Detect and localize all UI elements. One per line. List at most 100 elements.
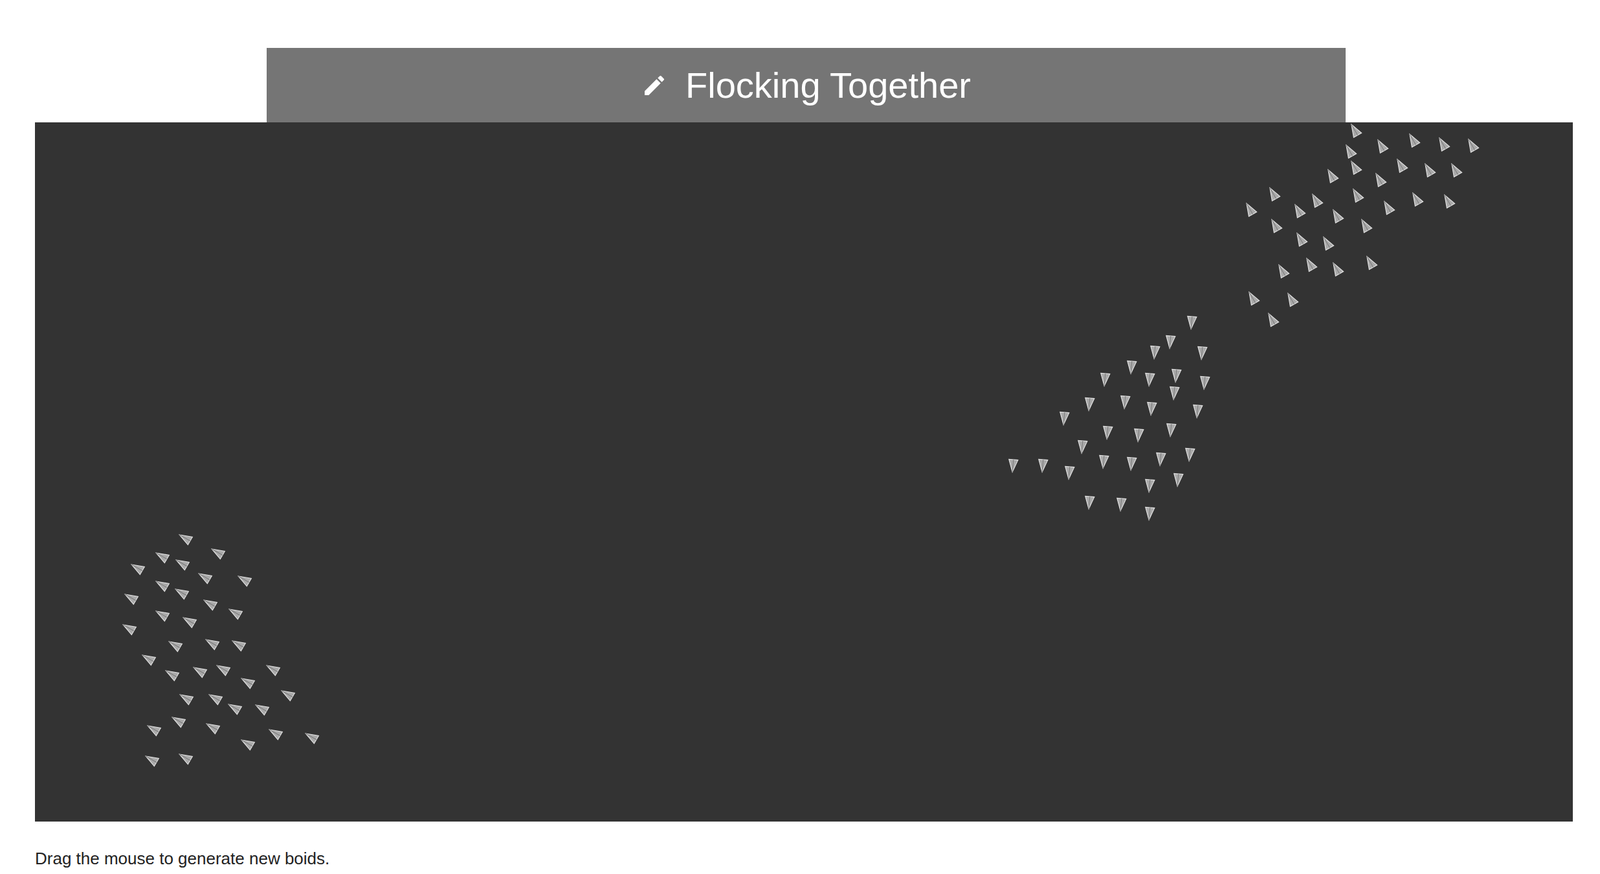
boid — [1084, 397, 1095, 411]
boid — [129, 560, 145, 575]
flock-area[interactable] — [34, 122, 1573, 822]
boid — [1264, 311, 1279, 327]
boid — [177, 530, 193, 545]
boid — [154, 607, 169, 622]
boid — [1098, 455, 1109, 468]
boid — [1302, 256, 1318, 272]
boid — [1144, 506, 1155, 520]
boid — [1440, 192, 1456, 208]
boid — [1064, 466, 1075, 479]
boid — [1084, 495, 1095, 509]
boid — [1144, 372, 1155, 386]
boid — [1155, 452, 1166, 466]
boid — [1186, 315, 1197, 329]
boid — [1165, 423, 1177, 437]
boid — [1349, 187, 1364, 202]
boid — [177, 690, 193, 705]
boid — [1357, 217, 1373, 233]
boid — [1077, 440, 1088, 454]
boid — [166, 637, 182, 652]
boid — [122, 590, 138, 605]
boid — [1037, 458, 1048, 472]
boid — [1308, 192, 1323, 208]
boid — [1058, 411, 1070, 425]
boid — [1380, 199, 1395, 215]
boid — [1284, 291, 1299, 307]
boid — [1196, 346, 1208, 360]
boid — [267, 725, 283, 740]
flock — [1007, 315, 1210, 520]
boid — [201, 596, 217, 611]
boid — [1170, 368, 1182, 382]
caption: Drag the mouse to generate new boids. — [34, 848, 330, 869]
boid — [1102, 425, 1113, 439]
boid — [1347, 122, 1362, 138]
boid — [154, 577, 169, 592]
boid — [209, 544, 225, 560]
boid — [1405, 132, 1421, 147]
flock — [121, 530, 319, 767]
boid — [1291, 202, 1306, 218]
boid — [1374, 137, 1389, 153]
boid — [1199, 376, 1210, 389]
boid — [1435, 135, 1450, 151]
boid — [170, 713, 186, 728]
boid — [1266, 185, 1281, 201]
boid — [1168, 386, 1180, 400]
boid — [1293, 231, 1308, 246]
boid — [177, 750, 193, 765]
boid — [1126, 456, 1137, 470]
boid — [227, 605, 243, 620]
boid — [1146, 401, 1157, 415]
boid — [226, 700, 242, 715]
boid — [1126, 360, 1137, 374]
boid — [264, 661, 280, 676]
boid — [253, 700, 269, 716]
boid — [143, 752, 159, 767]
boid — [1447, 161, 1463, 177]
boid — [1329, 260, 1344, 276]
boid — [1149, 345, 1160, 359]
boid — [121, 620, 136, 635]
boid — [1421, 161, 1436, 177]
boid — [1464, 137, 1479, 153]
boid — [1099, 372, 1111, 386]
boid — [214, 661, 230, 676]
boid — [181, 613, 197, 628]
boid — [1347, 159, 1362, 175]
boid — [1242, 201, 1257, 217]
boid — [239, 735, 255, 751]
boid — [204, 719, 220, 734]
boid — [203, 635, 219, 650]
title-bar: Flocking Together — [266, 47, 1346, 123]
flock — [1242, 122, 1479, 327]
boid — [1324, 167, 1339, 183]
title: Flocking Together — [685, 63, 971, 107]
boid — [1007, 458, 1019, 472]
page: Flocking Together Drag the mouse to gener… — [0, 0, 1600, 869]
boid — [1329, 207, 1344, 223]
boid — [303, 729, 319, 744]
boid — [1393, 157, 1408, 173]
boid — [239, 674, 255, 689]
boid — [1119, 395, 1131, 409]
boid — [174, 555, 189, 571]
boid — [279, 686, 295, 701]
boid — [1409, 190, 1424, 206]
boid — [191, 663, 207, 678]
boid — [1192, 404, 1203, 418]
pencil-icon[interactable] — [641, 72, 668, 99]
boid — [1245, 289, 1260, 305]
boid — [1267, 217, 1283, 233]
boids-canvas[interactable] — [34, 122, 1573, 822]
boid — [1363, 254, 1378, 270]
boid — [1144, 478, 1155, 492]
boid — [1172, 473, 1184, 487]
boid — [1184, 447, 1195, 461]
boid — [1319, 234, 1334, 250]
boid — [1165, 335, 1176, 349]
boid — [230, 636, 246, 652]
boid — [1372, 171, 1387, 187]
boid — [236, 572, 252, 587]
boid — [163, 666, 179, 681]
